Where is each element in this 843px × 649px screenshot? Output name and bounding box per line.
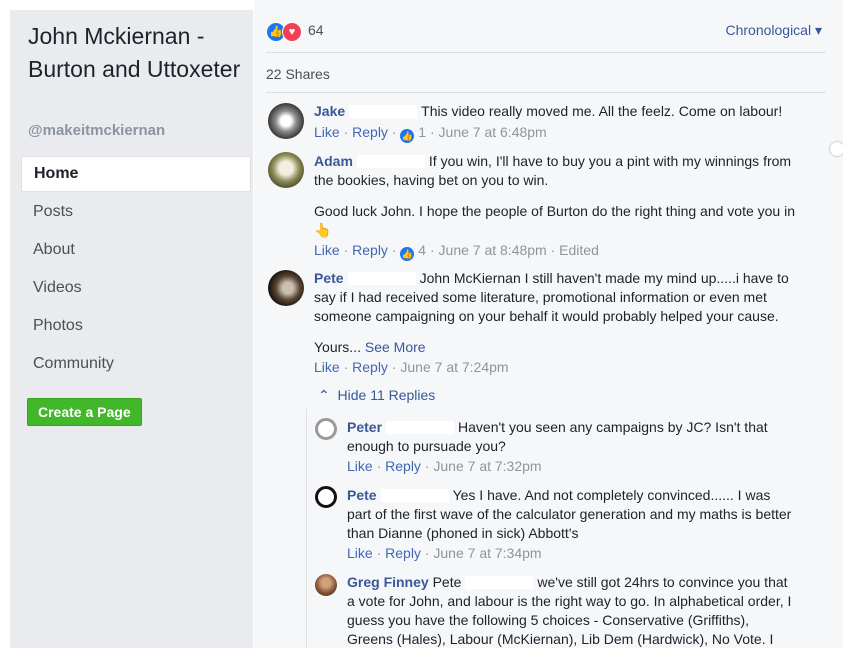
nav-item-videos[interactable]: Videos — [21, 269, 251, 306]
reply-link[interactable]: Reply — [385, 545, 421, 561]
thumbs-up-icon: 👍 — [400, 129, 415, 143]
avatar[interactable] — [268, 270, 304, 306]
comment-time[interactable]: June 7 at 7:24pm — [400, 359, 508, 375]
reply: Peter Haven't you seen any campaigns by J… — [347, 418, 797, 456]
scroll-handle[interactable] — [829, 141, 843, 157]
create-page-button[interactable]: Create a Page — [27, 398, 142, 426]
redaction — [356, 155, 425, 168]
see-more-link[interactable]: See More — [365, 339, 426, 355]
hide-replies-label: Hide 11 Replies — [337, 387, 436, 403]
hide-replies-toggle[interactable]: ⌃ Hide 11 Replies — [318, 387, 435, 404]
thumbs-up-icon: 👍 — [400, 247, 415, 261]
like-count[interactable]: 1 — [418, 124, 426, 140]
like-count[interactable]: 4 — [418, 242, 426, 258]
reply-author[interactable]: Pete — [347, 487, 377, 503]
sort-dropdown[interactable]: Chronological ▾ — [725, 22, 822, 39]
reply-thread-line — [306, 409, 307, 648]
page-title[interactable]: John Mckiernan - Burton and Uttoxeter — [28, 20, 248, 86]
reply-actions: Like · Reply · June 7 at 7:32pm — [347, 458, 542, 474]
comment-actions: Like · Reply · 👍 1 · June 7 at 6:48pm — [314, 124, 547, 143]
nav-item-about[interactable]: About — [21, 231, 251, 268]
comment-author[interactable]: Jake — [314, 103, 345, 119]
chevron-up-icon: ⌃ — [318, 387, 330, 403]
nav-item-posts[interactable]: Posts — [21, 193, 251, 230]
reply-time[interactable]: June 7 at 7:32pm — [433, 458, 541, 474]
comment-text: This video really moved me. All the feel… — [421, 103, 783, 119]
comment-actions: Like · Reply · June 7 at 7:24pm — [314, 359, 509, 375]
comment-author[interactable]: Pete — [314, 270, 344, 286]
comment-actions: Like · Reply · 👍 4 · June 7 at 8:48pm · … — [314, 242, 599, 261]
reply-actions: Like · Reply · June 7 at 7:34pm — [347, 545, 542, 561]
comment-text: Good luck John. I hope the people of Bur… — [314, 203, 796, 219]
redaction — [347, 272, 416, 285]
avatar[interactable] — [315, 486, 337, 508]
redaction — [349, 105, 418, 118]
reply-link[interactable]: Reply — [385, 458, 421, 474]
comment-time[interactable]: June 7 at 8:48pm — [439, 242, 547, 258]
like-link[interactable]: Like — [347, 545, 373, 561]
page-handle[interactable]: @makeitmckiernan — [28, 122, 165, 139]
avatar[interactable] — [268, 103, 304, 139]
comment-text: Yours... — [314, 339, 361, 355]
nav-item-community[interactable]: Community — [21, 345, 251, 382]
like-link[interactable]: Like — [314, 359, 340, 375]
pointing-up-emoji: 👆 — [314, 222, 332, 238]
reactions-bar: 👍 ♥ 64 Chronological ▾ — [266, 20, 826, 44]
love-reaction-icon[interactable]: ♥ — [282, 22, 302, 42]
reply: Pete Yes I have. And not completely convi… — [347, 486, 797, 543]
like-link[interactable]: Like — [314, 242, 340, 258]
comment-time[interactable]: June 7 at 6:48pm — [439, 124, 547, 140]
avatar[interactable] — [315, 574, 337, 596]
nav-item-photos[interactable]: Photos — [21, 307, 251, 344]
comment-paragraph: Good luck John. I hope the people of Bur… — [314, 202, 814, 240]
redaction — [465, 576, 534, 589]
like-link[interactable]: Like — [347, 458, 373, 474]
page-nav: Home Posts About Videos Photos Community — [21, 156, 251, 383]
edited-label[interactable]: Edited — [559, 242, 599, 258]
comment: Adam If you win, I'll have to buy you a p… — [314, 152, 809, 190]
reply-link[interactable]: Reply — [352, 124, 388, 140]
redaction — [386, 421, 455, 434]
caret-down-icon: ▾ — [814, 22, 822, 38]
comment-paragraph: Yours... See More — [314, 338, 809, 357]
comment-author[interactable]: Adam — [314, 153, 353, 169]
avatar[interactable] — [268, 152, 304, 188]
mention[interactable]: Pete — [433, 574, 462, 590]
reply-author[interactable]: Greg Finney — [347, 574, 429, 590]
divider — [266, 52, 826, 53]
reply-link[interactable]: Reply — [352, 359, 388, 375]
share-count[interactable]: 22 Shares — [266, 66, 330, 82]
comment: Jake This video really moved me. All the … — [314, 102, 809, 121]
nav-item-home[interactable]: Home — [21, 156, 251, 192]
reaction-count[interactable]: 64 — [308, 22, 324, 38]
reply-time[interactable]: June 7 at 7:34pm — [433, 545, 541, 561]
avatar[interactable] — [315, 418, 337, 440]
like-link[interactable]: Like — [314, 124, 340, 140]
reply-author[interactable]: Peter — [347, 419, 382, 435]
sort-label: Chronological — [725, 22, 812, 38]
redaction — [380, 489, 449, 502]
reply: Greg Finney Pete we've still got 24hrs to… — [347, 573, 797, 649]
reply-link[interactable]: Reply — [352, 242, 388, 258]
divider — [266, 92, 826, 93]
comment: Pete John McKiernan I still haven't made … — [314, 269, 809, 326]
